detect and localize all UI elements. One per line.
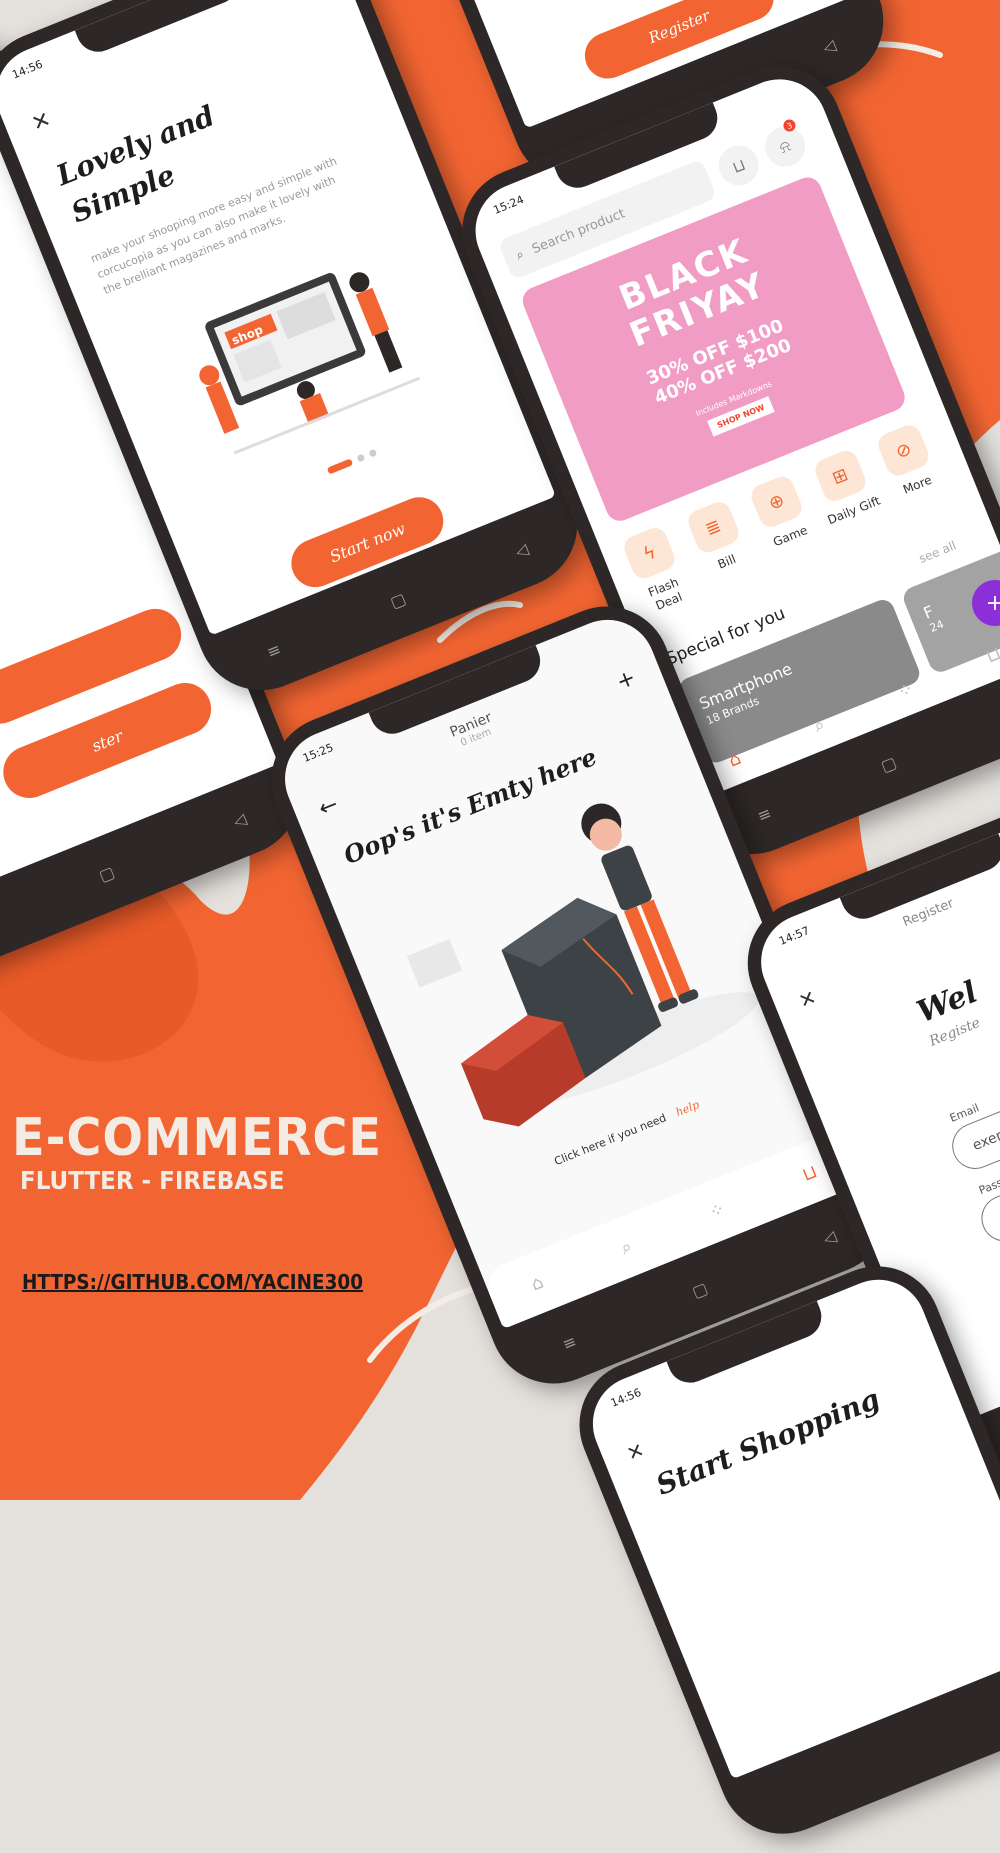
close-icon[interactable]: ✕ xyxy=(795,985,820,1014)
poster-title: E-COMMERCE xyxy=(12,1108,382,1168)
back-nav-icon[interactable]: ◁ xyxy=(820,35,839,57)
flash-icon: ϟ xyxy=(621,524,678,581)
grid-tab-icon[interactable]: ⁘ xyxy=(706,1198,728,1223)
close-icon[interactable]: ✕ xyxy=(623,1437,648,1466)
status-time: 14:56 xyxy=(609,1386,643,1410)
page-dot[interactable] xyxy=(356,453,365,462)
cart-icon: ⊔ xyxy=(729,154,748,176)
plus-icon: + xyxy=(986,591,1000,616)
back-nav-icon[interactable]: ◁ xyxy=(820,1226,839,1248)
help-link[interactable]: help xyxy=(674,1098,701,1119)
notification-button[interactable]: ⍾ 3 xyxy=(759,121,811,173)
more-icon: ⊘ xyxy=(875,422,932,479)
grid-tab-icon[interactable]: ⁘ xyxy=(894,678,916,703)
category-label: Bill xyxy=(716,552,739,573)
poster-title-block: E-COMMERCE FLUTTER - FIREBASE xyxy=(12,1108,414,1195)
menu-icon[interactable]: ≡ xyxy=(559,1331,579,1354)
start-shopping-title: Start Shopping xyxy=(651,1382,884,1502)
bill-icon: ≣ xyxy=(684,499,741,556)
home-nav-icon[interactable]: ▢ xyxy=(878,752,899,775)
notification-badge: 3 xyxy=(782,118,798,134)
back-nav-icon[interactable]: ◁ xyxy=(512,539,531,561)
see-all-link[interactable]: see all xyxy=(917,538,958,566)
search-tab-icon[interactable]: ⌕ xyxy=(811,713,828,736)
category-label: Game xyxy=(771,523,810,550)
status-time: 14:56 xyxy=(10,58,44,82)
home-nav-icon[interactable]: ▢ xyxy=(689,1278,710,1301)
menu-icon[interactable]: ≡ xyxy=(264,639,284,662)
github-link[interactable]: HTTPS://GITHUB.COM/YACINE300 xyxy=(22,1270,363,1294)
register-button-label: Register xyxy=(646,6,712,47)
email-value: exemple xyxy=(970,1117,1000,1154)
search-tab-icon[interactable]: ⌕ xyxy=(618,1235,635,1258)
category-more[interactable]: ⊘ More xyxy=(869,420,952,517)
category-bill[interactable]: ≣ Bill xyxy=(679,497,762,594)
category-flash-deal[interactable]: ϟ Flash Deal xyxy=(615,522,698,619)
menu-icon[interactable]: ≡ xyxy=(754,803,774,826)
category-label: More xyxy=(901,473,934,498)
home-nav-icon[interactable]: ▢ xyxy=(387,588,408,611)
status-time: 14:57 xyxy=(777,924,811,948)
back-nav-icon[interactable]: ◁ xyxy=(230,809,249,831)
home-tab-icon[interactable]: ⌂ xyxy=(528,1271,546,1295)
page-indicator xyxy=(327,449,378,475)
bag-tab-icon[interactable]: ⊔ xyxy=(799,1161,820,1186)
password-label: Passw xyxy=(977,1173,1000,1198)
search-icon: ⌕ xyxy=(514,247,526,264)
home-nav-icon[interactable]: ▢ xyxy=(96,862,117,885)
status-time: 15:25 xyxy=(301,741,335,765)
gamepad-icon: ⊕ xyxy=(748,473,805,530)
register-button-label: ster xyxy=(89,726,126,756)
poster-subtitle: FLUTTER - FIREBASE xyxy=(20,1166,383,1195)
bag-tab-icon[interactable]: ⊔ xyxy=(983,642,1000,667)
page-dot-active[interactable] xyxy=(327,458,354,474)
search-placeholder: Search product xyxy=(530,206,627,257)
bell-icon: ⍾ xyxy=(776,135,793,158)
status-time: 15:24 xyxy=(492,193,526,217)
gift-icon: ⊞ xyxy=(811,447,868,504)
start-now-label: Start now xyxy=(327,518,408,565)
shopping-illustration xyxy=(159,230,445,478)
category-game[interactable]: ⊕ Game xyxy=(742,471,825,568)
page-dot[interactable] xyxy=(368,449,377,458)
home-tab-icon[interactable]: ⌂ xyxy=(725,747,743,771)
close-icon[interactable]: ✕ xyxy=(28,107,54,137)
notch xyxy=(75,0,245,58)
cart-button[interactable]: ⊔ xyxy=(713,139,765,191)
category-daily-gift[interactable]: ⊞ Daily Gift xyxy=(806,445,889,542)
help-prompt: Click here if you need xyxy=(552,1111,668,1168)
